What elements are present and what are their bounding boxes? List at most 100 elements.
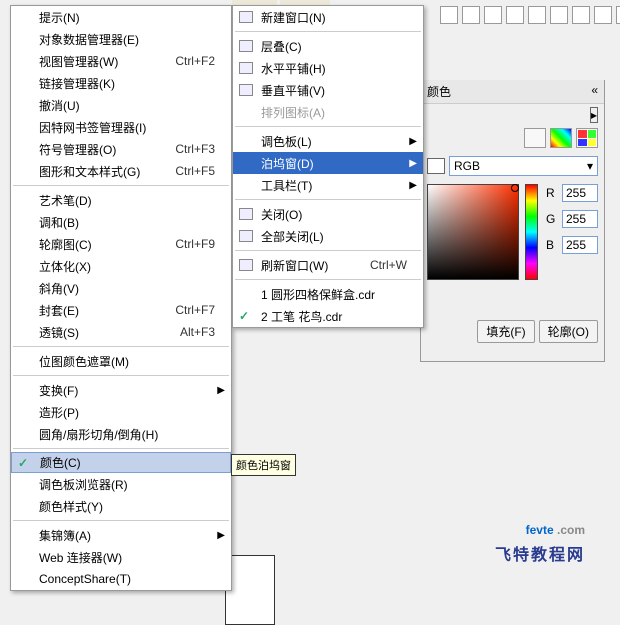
dockers-item[interactable]: 立体化(X) (11, 255, 231, 277)
toolbar-icon[interactable] (550, 6, 568, 24)
toolbar-icon[interactable] (484, 6, 502, 24)
blank-icon (13, 323, 35, 341)
menu-shortcut: Ctrl+F9 (175, 237, 215, 251)
blank-icon (13, 162, 35, 180)
color-viewer-button[interactable] (524, 128, 546, 148)
dockers-item[interactable]: ConceptShare(T) (11, 568, 231, 590)
window-item[interactable]: 层叠(C) (233, 35, 423, 57)
blank-icon (13, 425, 35, 443)
menu-item-label: 封套(E) (39, 302, 167, 319)
dockers-item[interactable]: ✓颜色(C) (11, 452, 231, 473)
window-item[interactable]: 水平平铺(H) (233, 57, 423, 79)
toolbar-icon[interactable] (506, 6, 524, 24)
blank-icon (13, 570, 35, 588)
blank-icon (13, 74, 35, 92)
toolbar-icon[interactable] (440, 6, 458, 24)
dockers-item[interactable]: 因特网书签管理器(I) (11, 116, 231, 138)
menu-item-label: 斜角(V) (39, 280, 215, 297)
r-label: R (546, 186, 558, 200)
dockers-item[interactable]: 符号管理器(O)Ctrl+F3 (11, 138, 231, 160)
color-palettes-button[interactable] (576, 128, 598, 148)
menu-separator (235, 250, 421, 251)
window-item[interactable]: 工具栏(T)▶ (233, 174, 423, 196)
fill-button[interactable]: 填充(F) (477, 320, 534, 343)
window-item[interactable]: 刷新窗口(W)Ctrl+W (233, 254, 423, 276)
toolbar-icon[interactable] (462, 6, 480, 24)
toolbar-icon[interactable] (528, 6, 546, 24)
tileh-icon (235, 59, 257, 77)
menu-separator (235, 126, 421, 127)
flyout-arrow-icon[interactable]: ▸ (590, 107, 598, 123)
docker-collapse-icon[interactable]: « (591, 83, 598, 100)
closeall-icon (235, 227, 257, 245)
window-item[interactable]: 泊坞窗(D)▶ (233, 152, 423, 174)
menu-item-label: 刷新窗口(W) (261, 257, 362, 274)
toolbar-icon[interactable] (594, 6, 612, 24)
hue-slider[interactable] (525, 184, 538, 280)
dockers-item[interactable]: 撤消(U) (11, 94, 231, 116)
watermark: fevte .com 飞特教程网 (495, 510, 585, 565)
menu-item-label: 调色板浏览器(R) (39, 476, 215, 493)
color-model-select[interactable]: RGB ▾ (449, 156, 598, 176)
refresh-icon (235, 256, 257, 274)
window-item[interactable]: 调色板(L)▶ (233, 130, 423, 152)
window-item[interactable]: 全部关闭(L) (233, 225, 423, 247)
color-model-value: RGB (454, 159, 480, 173)
dockers-item[interactable]: Web 连接器(W) (11, 546, 231, 568)
blank-icon: ✓ (14, 454, 36, 472)
dockers-item[interactable]: 位图颜色遮罩(M) (11, 350, 231, 372)
dockers-item[interactable]: 调色板浏览器(R) (11, 473, 231, 495)
menu-item-label: ConceptShare(T) (39, 572, 215, 586)
dockers-item[interactable]: 视图管理器(W)Ctrl+F2 (11, 50, 231, 72)
color-picker[interactable] (427, 184, 519, 280)
outline-button[interactable]: 轮廓(O) (539, 320, 598, 343)
new-icon (235, 8, 257, 26)
dockers-submenu: 提示(N)对象数据管理器(E)视图管理器(W)Ctrl+F2链接管理器(K)撤消… (10, 5, 232, 591)
dockers-item[interactable]: 变换(F)▶ (11, 379, 231, 401)
menu-item-label: 艺术笔(D) (39, 192, 215, 209)
menu-item-label: 变换(F) (39, 382, 215, 399)
blank-icon (235, 132, 257, 150)
menu-shortcut: Ctrl+F3 (175, 142, 215, 156)
dockers-item[interactable]: 艺术笔(D) (11, 189, 231, 211)
dockers-item[interactable]: 颜色样式(Y) (11, 495, 231, 517)
dockers-item[interactable]: 对象数据管理器(E) (11, 28, 231, 50)
window-item[interactable]: 1 圆形四格保鲜盒.cdr (233, 283, 423, 305)
menu-item-label: 透镜(S) (39, 324, 172, 341)
dockers-item[interactable]: 圆角/扇形切角/倒角(H) (11, 423, 231, 445)
window-item[interactable]: 垂直平铺(V) (233, 79, 423, 101)
dockers-item[interactable]: 链接管理器(K) (11, 72, 231, 94)
blank-icon (13, 8, 35, 26)
cascade-icon (235, 37, 257, 55)
blank-icon (13, 497, 35, 515)
menu-item-label: 造形(P) (39, 404, 215, 421)
dockers-item[interactable]: 提示(N) (11, 6, 231, 28)
dockers-item[interactable]: 调和(B) (11, 211, 231, 233)
blank-icon (13, 213, 35, 231)
window-item[interactable]: ✓2 工笔 花鸟.cdr (233, 305, 423, 327)
r-input[interactable]: 255 (562, 184, 598, 202)
dockers-item[interactable]: 图形和文本样式(G)Ctrl+F5 (11, 160, 231, 182)
menu-separator (235, 31, 421, 32)
toolbar-icon[interactable] (616, 6, 620, 24)
window-item[interactable]: 排列图标(A) (233, 101, 423, 123)
menu-shortcut: Ctrl+F2 (175, 54, 215, 68)
dockers-item[interactable]: 透镜(S) Alt+F3 (11, 321, 231, 343)
dockers-item[interactable]: 轮廓图(C)Ctrl+F9 (11, 233, 231, 255)
blank-icon (13, 301, 35, 319)
window-item[interactable]: 新建窗口(N) (233, 6, 423, 28)
blank-icon (13, 235, 35, 253)
window-item[interactable]: 关闭(O) (233, 203, 423, 225)
toolbar-icon[interactable] (572, 6, 590, 24)
menu-shortcut: Ctrl+F7 (175, 303, 215, 317)
dockers-item[interactable]: 集锦簿(A)▶ (11, 524, 231, 546)
b-input[interactable]: 255 (562, 236, 598, 254)
g-label: G (546, 212, 558, 226)
menu-shortcut: Alt+F3 (180, 325, 215, 339)
dockers-item[interactable]: 斜角(V) (11, 277, 231, 299)
dockers-item[interactable]: 封套(E) Ctrl+F7 (11, 299, 231, 321)
color-sliders-button[interactable] (550, 128, 572, 148)
g-input[interactable]: 255 (562, 210, 598, 228)
dockers-item[interactable]: 造形(P) (11, 401, 231, 423)
menu-separator (13, 346, 229, 347)
